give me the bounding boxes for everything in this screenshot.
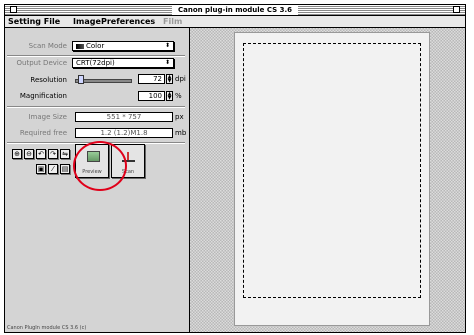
status-text: Canon PlugIn module CS 3.6 (c) xyxy=(7,325,87,331)
image-size-unit: px xyxy=(175,113,184,121)
resolution-slider-thumb[interactable] xyxy=(77,75,84,84)
monitor-icon[interactable]: ▣ xyxy=(36,164,46,174)
required-free-label: Required free xyxy=(19,129,67,137)
selection-marquee[interactable] xyxy=(243,43,421,298)
menu-film[interactable]: Film xyxy=(163,16,182,27)
magnification-stepper[interactable]: ▲ ▼ xyxy=(166,91,173,101)
window-title: Canon plug-in module CS 3.6 xyxy=(171,5,299,15)
scan-button[interactable]: Scan xyxy=(111,144,145,178)
preview-button-label: Preview xyxy=(82,169,102,175)
zoom-in-icon[interactable]: ⊕ xyxy=(12,149,22,159)
resolution-label: Resolution xyxy=(30,76,67,84)
menu-bar: Setting File Image Preferences Film xyxy=(5,16,465,28)
required-free-value: 1.2 (1.2)M1.8 xyxy=(75,128,173,138)
scan-icon xyxy=(122,152,135,162)
divider xyxy=(7,106,185,108)
eyedropper-icon[interactable]: ⁄ xyxy=(48,164,58,174)
settings-panel: Scan Mode Color ⬍ Output Device CRT(72dp… xyxy=(5,28,190,332)
title-bar[interactable]: Canon plug-in module CS 3.6 xyxy=(5,5,465,16)
flip-icon[interactable]: ⇋ xyxy=(60,149,70,159)
menu-preferences[interactable]: Preferences xyxy=(101,16,155,27)
settings-icon[interactable]: ▤ xyxy=(60,164,70,174)
close-box[interactable] xyxy=(10,6,17,13)
magnification-label: Magnification xyxy=(19,92,67,100)
preview-button[interactable]: Preview xyxy=(75,144,109,178)
divider xyxy=(7,55,185,57)
zoom-out-icon[interactable]: ⊖ xyxy=(24,149,34,159)
magnification-unit: % xyxy=(175,92,182,100)
output-device-label: Output Device xyxy=(16,59,67,67)
rotate-left-icon[interactable]: ↶ xyxy=(36,149,46,159)
scan-mode-value: Color xyxy=(86,42,105,50)
scan-mode-label: Scan Mode xyxy=(28,42,67,50)
menu-image[interactable]: Image xyxy=(73,16,101,27)
resolution-stepper[interactable]: ▲ ▼ xyxy=(166,74,173,84)
required-free-unit: mb xyxy=(175,129,187,137)
scan-button-label: Scan xyxy=(121,169,135,175)
rotate-right-icon[interactable]: ↷ xyxy=(48,149,58,159)
plugin-window: Canon plug-in module CS 3.6 Setting File… xyxy=(4,4,466,333)
preview-page xyxy=(234,32,430,326)
zoom-box[interactable] xyxy=(453,6,460,13)
popup-arrow-icon: ⬍ xyxy=(164,59,170,66)
preview-area[interactable] xyxy=(190,28,465,332)
menu-setting-file[interactable]: Setting File xyxy=(8,16,60,27)
resolution-unit: dpi xyxy=(175,75,186,83)
popup-arrow-icon: ⬍ xyxy=(164,42,170,49)
scan-mode-popup[interactable]: Color ⬍ xyxy=(72,41,174,51)
magnification-field[interactable]: 100 xyxy=(138,91,165,101)
color-swatch-icon xyxy=(76,43,84,49)
preview-icon xyxy=(87,151,100,162)
resolution-field[interactable]: 72 xyxy=(138,74,165,84)
image-size-label: Image Size xyxy=(28,113,67,121)
output-device-popup[interactable]: CRT(72dpi) ⬍ xyxy=(72,58,174,68)
output-device-value: CRT(72dpi) xyxy=(76,59,115,67)
image-size-value: 551 * 757 xyxy=(75,112,173,122)
